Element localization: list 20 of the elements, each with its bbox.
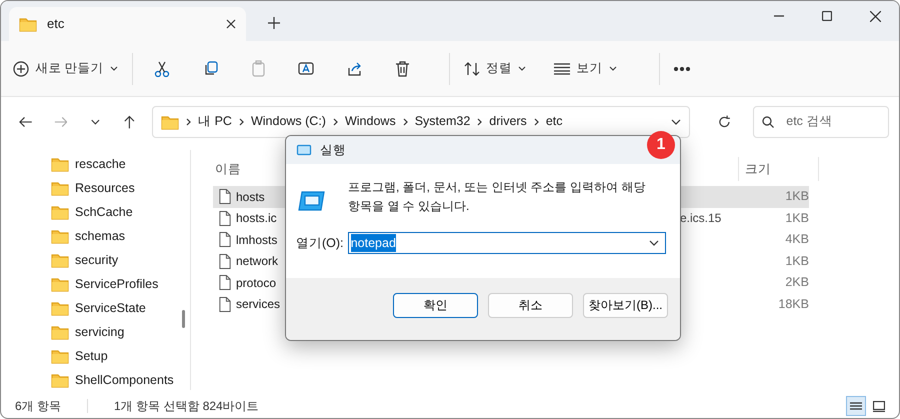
file-name: e.ics.15 xyxy=(680,210,722,228)
file-name: hosts.ic xyxy=(236,210,277,228)
file-name: hosts xyxy=(236,188,265,206)
dialog-message: 프로그램, 폴더, 문서, 또는 인터넷 주소를 입력하여 해당 항목을 열 수 있습니다. xyxy=(348,179,646,215)
file-size: 1KB xyxy=(784,210,809,227)
dialog-title: 실행 xyxy=(320,142,346,159)
selection-info: 1개 항목 선택함 824바이트 xyxy=(114,398,259,415)
search-placeholder: etc 검색 xyxy=(786,113,832,130)
file-size: 18KB xyxy=(777,296,809,313)
file-name: network xyxy=(236,253,278,270)
file-size: 4KB xyxy=(784,231,809,248)
file-size: 1KB xyxy=(784,188,809,206)
file-size: 2KB xyxy=(784,274,809,292)
open-label: 열기(O): xyxy=(296,234,345,252)
file-name: services xyxy=(236,296,280,314)
file-name: lmhosts xyxy=(236,232,278,249)
file-name: protoco xyxy=(236,274,276,292)
item-count: 6개 항목 xyxy=(15,398,62,415)
tab-label: etc xyxy=(47,15,66,34)
file-size: 1KB xyxy=(784,252,809,270)
